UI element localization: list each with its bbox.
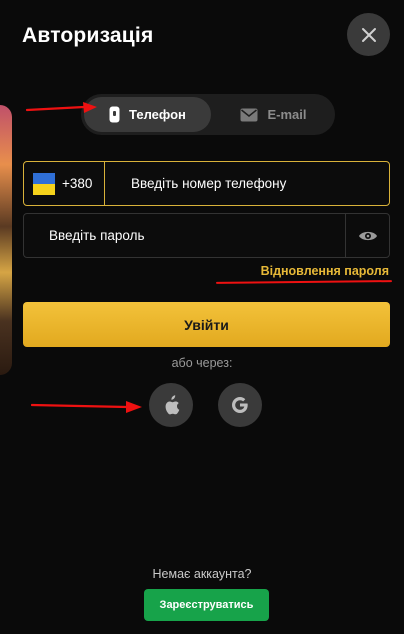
apple-icon <box>165 394 180 414</box>
auth-modal: Авторизація Телефон E-mail +380 Введіть … <box>0 0 404 634</box>
phone-field: +380 <box>23 161 390 206</box>
toggle-password-visibility-button[interactable] <box>345 214 389 257</box>
phone-icon <box>109 106 120 123</box>
or-via-label: або через: <box>171 356 233 370</box>
google-icon <box>232 397 248 413</box>
forgot-password-link[interactable]: Відновлення пароля <box>261 264 389 278</box>
modal-title: Авторизація <box>22 24 154 47</box>
background-art <box>0 105 12 375</box>
annotation-arrow-icon <box>31 401 142 413</box>
tab-phone[interactable]: Телефон <box>84 97 211 132</box>
no-account-text: Немає аккаунта? <box>152 567 252 581</box>
annotation-arrow-icon <box>26 102 97 113</box>
ukraine-flag-icon <box>33 172 55 195</box>
register-button[interactable]: Зареєструватись <box>144 589 269 621</box>
login-method-tabs: Телефон E-mail <box>81 94 335 135</box>
close-icon <box>361 27 376 42</box>
apple-login-button[interactable] <box>149 383 193 427</box>
tab-phone-label: Телефон <box>129 107 186 122</box>
mail-icon <box>240 108 258 121</box>
login-button[interactable]: Увійти <box>23 302 390 347</box>
eye-icon <box>358 231 377 240</box>
password-field <box>23 213 390 258</box>
close-button[interactable] <box>347 13 390 56</box>
google-login-button[interactable] <box>218 383 262 427</box>
password-input[interactable] <box>24 214 345 257</box>
country-selector[interactable]: +380 <box>24 162 105 205</box>
tab-email-label: E-mail <box>267 107 307 122</box>
dial-code: +380 <box>62 176 93 191</box>
tab-email[interactable]: E-mail <box>215 97 332 132</box>
phone-input[interactable] <box>105 162 389 205</box>
annotation-underline <box>215 280 393 284</box>
